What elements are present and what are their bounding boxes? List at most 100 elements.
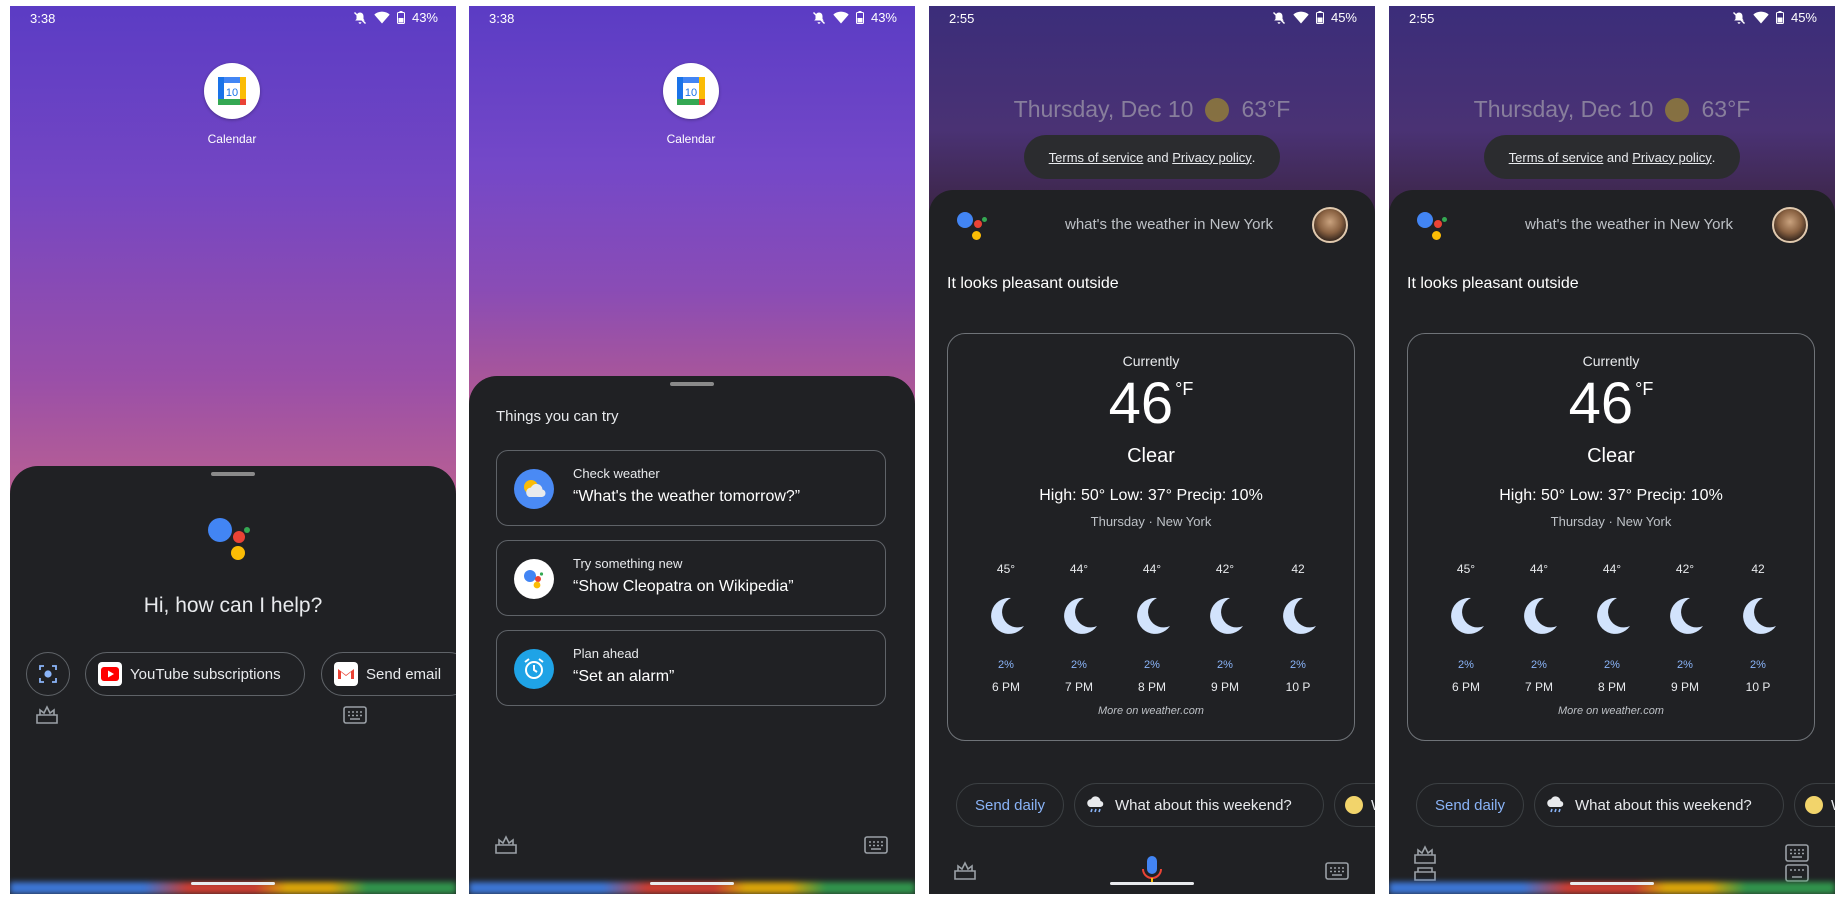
svg-text:10: 10: [685, 87, 697, 99]
more-on-weather-link[interactable]: More on weather.com: [1408, 705, 1814, 717]
temp-value: 46: [1568, 371, 1634, 436]
lens-button[interactable]: [26, 652, 70, 696]
current-temp: 46 °F: [948, 370, 1354, 437]
chip-send-daily[interactable]: Send daily: [956, 783, 1064, 827]
day-location: Thursday · New York: [1090, 514, 1212, 529]
hour-temp: 44°: [1069, 562, 1089, 576]
date-text: Thursday, Dec 10: [1013, 96, 1194, 122]
keyboard-icon[interactable]: [343, 706, 367, 724]
at-a-glance: Thursday, Dec 10 63°F: [1389, 96, 1835, 123]
hour-label: 9 PM: [1670, 680, 1699, 694]
hourly-forecast: 44° 2% 8 PM: [1122, 562, 1182, 694]
privacy-policy-link[interactable]: Privacy policy: [1632, 150, 1711, 165]
weather-icon: [514, 469, 554, 509]
phone-things-to-try: 3:38 43% 10 Calendar Things you can try: [469, 6, 915, 894]
moon-icon: [1670, 597, 1703, 634]
moon-icon: [1451, 597, 1484, 634]
terms-of-service-link[interactable]: Terms of service: [1509, 150, 1604, 165]
chip-weekend[interactable]: What about this weekend?: [1074, 783, 1324, 827]
hour-temp: 42°: [1675, 562, 1695, 576]
moon-icon: [1283, 597, 1316, 634]
terms-of-service-link[interactable]: Terms of service: [1049, 150, 1144, 165]
home-indicator[interactable]: [650, 882, 734, 885]
chip-weekend[interactable]: What about this weekend?: [1534, 783, 1784, 827]
status-time: 2:55: [1409, 11, 1435, 26]
chip-label: YouTube subscriptions: [130, 665, 281, 683]
sun-icon: [1665, 97, 1690, 122]
alarm-icon: [514, 649, 554, 689]
hour-temp: 42: [1291, 562, 1305, 576]
user-avatar[interactable]: [1772, 207, 1808, 243]
terms-and-text: and: [1143, 149, 1173, 165]
card-caption: Try something new: [573, 556, 683, 571]
battery-percent: 43%: [411, 10, 438, 25]
user-avatar[interactable]: [1312, 207, 1348, 243]
glance-temp: 63°F: [1701, 96, 1751, 122]
youtube-icon: [98, 662, 122, 686]
keyboard-icon[interactable]: [1325, 862, 1349, 880]
keyboard-icon[interactable]: [1785, 844, 1809, 882]
hour-precip: 2%: [1531, 659, 1547, 671]
battery-percent: 45%: [1330, 10, 1357, 25]
terms-period: .: [1251, 149, 1256, 165]
card-caption: Check weather: [573, 466, 660, 481]
calendar-icon: 10: [677, 77, 705, 105]
home-indicator[interactable]: [191, 882, 275, 885]
keyboard-icon[interactable]: [864, 836, 888, 854]
sheet-handle[interactable]: [211, 472, 255, 476]
explore-icon[interactable]: [953, 860, 977, 882]
chip-more[interactable]: W: [1794, 783, 1835, 827]
sun-icon: [1205, 97, 1230, 122]
battery-icon: [396, 11, 405, 24]
privacy-policy-link[interactable]: Privacy policy: [1172, 150, 1251, 165]
chip-send-daily[interactable]: Send daily: [1416, 783, 1524, 827]
status-bar: 2:55 45%: [929, 6, 1375, 32]
high-low-precip: High: 50° Low: 37° Precip: 10%: [1499, 487, 1723, 504]
hour-precip: 2%: [1677, 659, 1693, 671]
chip-label: What about this weekend?: [1575, 796, 1752, 814]
hour-precip: 2%: [1144, 659, 1160, 671]
bell-off-icon: [1272, 11, 1285, 24]
assistant-logo: [957, 212, 991, 242]
hour-precip: 2%: [1604, 659, 1620, 671]
sheet-handle[interactable]: [670, 382, 714, 386]
calendar-app-label: Calendar: [666, 132, 716, 146]
suggestion-card-wikipedia[interactable]: Try something new “Show Cleopatra on Wik…: [496, 540, 886, 616]
explore-icon[interactable]: [494, 834, 518, 856]
temp-value: 46: [1108, 371, 1174, 436]
home-indicator[interactable]: [1110, 882, 1194, 885]
chip-send-email[interactable]: Send email: [321, 652, 456, 696]
hourly-forecast: 42° 2% 9 PM: [1655, 562, 1715, 694]
chip-label: Send daily: [1434, 796, 1506, 814]
terms-and-text: and: [1603, 149, 1633, 165]
bell-off-icon: [1732, 11, 1745, 24]
assistant-panel: what's the weather in New York It looks …: [929, 190, 1375, 894]
weather-card[interactable]: Currently 46 °F Clear High: 50° Low: 37° …: [1407, 333, 1815, 741]
hour-temp: 44°: [1142, 562, 1162, 576]
cloud-rain-icon: [1087, 796, 1104, 813]
suggestion-card-alarm[interactable]: Plan ahead “Set an alarm”: [496, 630, 886, 706]
wifi-icon: [833, 11, 849, 24]
currently-label: Currently: [1582, 353, 1640, 369]
more-on-weather-link[interactable]: More on weather.com: [948, 705, 1354, 717]
battery-icon: [1775, 11, 1784, 24]
gmail-icon: [334, 662, 358, 686]
explore-icon[interactable]: [35, 704, 59, 726]
battery-percent: 43%: [870, 10, 897, 25]
phone-assistant-home: 3:38 43% 10 Calendar Hi, how can I help?…: [10, 6, 456, 894]
chip-youtube-subscriptions[interactable]: YouTube subscriptions: [85, 652, 305, 696]
suggestion-card-weather[interactable]: Check weather “What's the weather tomorr…: [496, 450, 886, 526]
hourly-forecast: 45° 2% 6 PM: [1436, 562, 1496, 694]
explore-icon[interactable]: [1413, 844, 1437, 884]
home-indicator[interactable]: [1570, 882, 1654, 885]
weather-card[interactable]: Currently 46 °F Clear High: 50° Low: 37° …: [947, 333, 1355, 741]
svg-text:10: 10: [226, 87, 238, 99]
phone-weather-result-listening: 2:55 45% Thursday, Dec 10 63°F Terms of …: [1389, 6, 1835, 894]
hour-label: 6 PM: [991, 680, 1020, 694]
calendar-app-icon[interactable]: 10: [663, 63, 719, 119]
hour-temp: 45°: [996, 562, 1016, 576]
chip-more[interactable]: W: [1334, 783, 1375, 827]
hourly-forecast: 42 2% 10 P: [1728, 562, 1788, 694]
moon-icon: [1524, 597, 1557, 634]
calendar-app-icon[interactable]: 10: [204, 63, 260, 119]
